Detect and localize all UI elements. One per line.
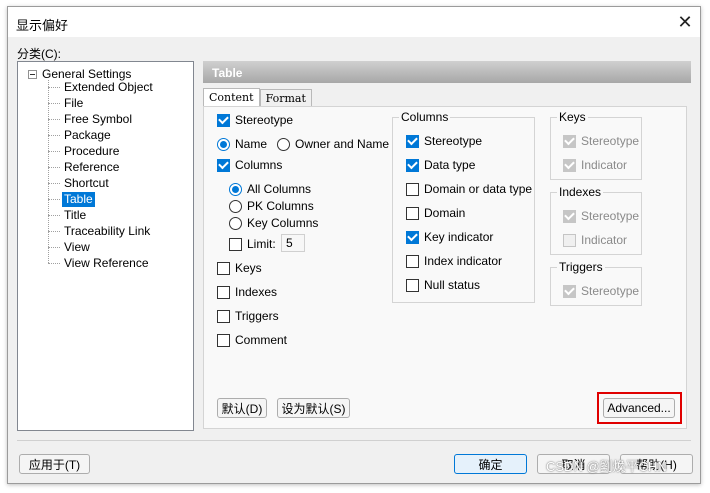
tab-strip: Content Format — [203, 88, 312, 107]
comment-checkbox[interactable]: Comment — [217, 332, 287, 348]
keys-group-title: Keys — [557, 110, 588, 124]
triggers-group-title: Triggers — [557, 260, 605, 274]
name-radio[interactable]: Name — [217, 136, 267, 152]
category-label: 分类(C): — [17, 47, 61, 61]
apply-to-button[interactable]: 应用于(T) — [19, 454, 90, 474]
content-tab-body: Stereotype Name Owner and Name Columns A… — [203, 106, 687, 429]
tree-item-procedure[interactable]: Procedure — [48, 143, 121, 159]
tree-item-view[interactable]: View — [48, 239, 92, 255]
indexes-group-title: Indexes — [557, 185, 604, 199]
keys-checkbox[interactable]: Keys — [217, 260, 262, 276]
col-key-indicator-checkbox[interactable]: Key indicator — [406, 229, 493, 245]
tab-format[interactable]: Format — [259, 89, 312, 106]
bottom-separator — [17, 440, 691, 441]
indexes-group: Indexes Stereotype Indicator — [550, 185, 642, 255]
tree-item-traceability-link[interactable]: Traceability Link — [48, 223, 152, 239]
keys-group: Keys Stereotype Indicator — [550, 110, 642, 180]
triggers-checkbox[interactable]: Triggers — [217, 308, 279, 324]
indexes-indicator-checkbox[interactable]: Indicator — [563, 232, 627, 248]
default-button[interactable]: 默认(D) — [217, 398, 267, 418]
col-null-status-checkbox[interactable]: Null status — [406, 277, 480, 293]
settings-panel: Table Content Format Stereotype Name Own… — [203, 61, 691, 431]
tree-item-title[interactable]: Title — [48, 207, 88, 223]
col-stereotype-checkbox[interactable]: Stereotype — [406, 133, 482, 149]
indexes-checkbox[interactable]: Indexes — [217, 284, 277, 300]
preferences-dialog: 显示偏好 ✕ 分类(C): General Settings Extended … — [7, 6, 701, 484]
limit-input[interactable]: 5 — [281, 234, 305, 252]
tree-item-package[interactable]: Package — [48, 127, 113, 143]
tree-item-table[interactable]: Table — [48, 191, 95, 207]
panel-header: Table — [203, 61, 691, 83]
title-bar: 显示偏好 ✕ — [8, 7, 700, 37]
triggers-stereotype-checkbox[interactable]: Stereotype — [563, 283, 639, 299]
keys-stereotype-checkbox[interactable]: Stereotype — [563, 133, 639, 149]
col-data-type-checkbox[interactable]: Data type — [406, 157, 475, 173]
limit-checkbox[interactable]: Limit: — [229, 236, 276, 252]
all-columns-radio[interactable]: All Columns — [229, 181, 311, 197]
red-highlight-box — [597, 392, 682, 424]
key-columns-radio[interactable]: Key Columns — [229, 215, 318, 231]
tab-content[interactable]: Content — [203, 88, 260, 106]
tree-item-shortcut[interactable]: Shortcut — [48, 175, 111, 191]
col-domain-checkbox[interactable]: Domain — [406, 205, 465, 221]
close-icon[interactable]: ✕ — [674, 11, 696, 33]
tree-item-file[interactable]: File — [48, 95, 85, 111]
window-title: 显示偏好 — [16, 18, 69, 33]
set-default-button[interactable]: 设为默认(S) — [277, 398, 350, 418]
col-domain-or-data-type-checkbox[interactable]: Domain or data type — [406, 181, 532, 197]
ok-button[interactable]: 确定 — [454, 454, 527, 474]
tree-item-view-reference[interactable]: View Reference — [48, 255, 151, 271]
owner-and-name-radio[interactable]: Owner and Name — [277, 136, 389, 152]
tree-item-reference[interactable]: Reference — [48, 159, 121, 175]
columns-group: Columns Stereotype Data type Domain or d… — [392, 110, 535, 303]
pk-columns-radio[interactable]: PK Columns — [229, 198, 314, 214]
collapse-icon[interactable] — [28, 69, 37, 79]
tree-item-free-symbol[interactable]: Free Symbol — [48, 111, 134, 127]
columns-group-title: Columns — [399, 110, 451, 124]
keys-indicator-checkbox[interactable]: Indicator — [563, 157, 627, 173]
category-tree[interactable]: General Settings Extended Object File Fr… — [17, 61, 194, 431]
col-index-indicator-checkbox[interactable]: Index indicator — [406, 253, 502, 269]
indexes-stereotype-checkbox[interactable]: Stereotype — [563, 208, 639, 224]
triggers-group: Triggers Stereotype — [550, 260, 642, 306]
stereotype-checkbox[interactable]: Stereotype — [217, 112, 293, 128]
columns-checkbox[interactable]: Columns — [217, 157, 282, 173]
watermark: CSDN @劉煥平CHN — [546, 459, 667, 474]
tree-item-extended-object[interactable]: Extended Object — [48, 79, 155, 95]
